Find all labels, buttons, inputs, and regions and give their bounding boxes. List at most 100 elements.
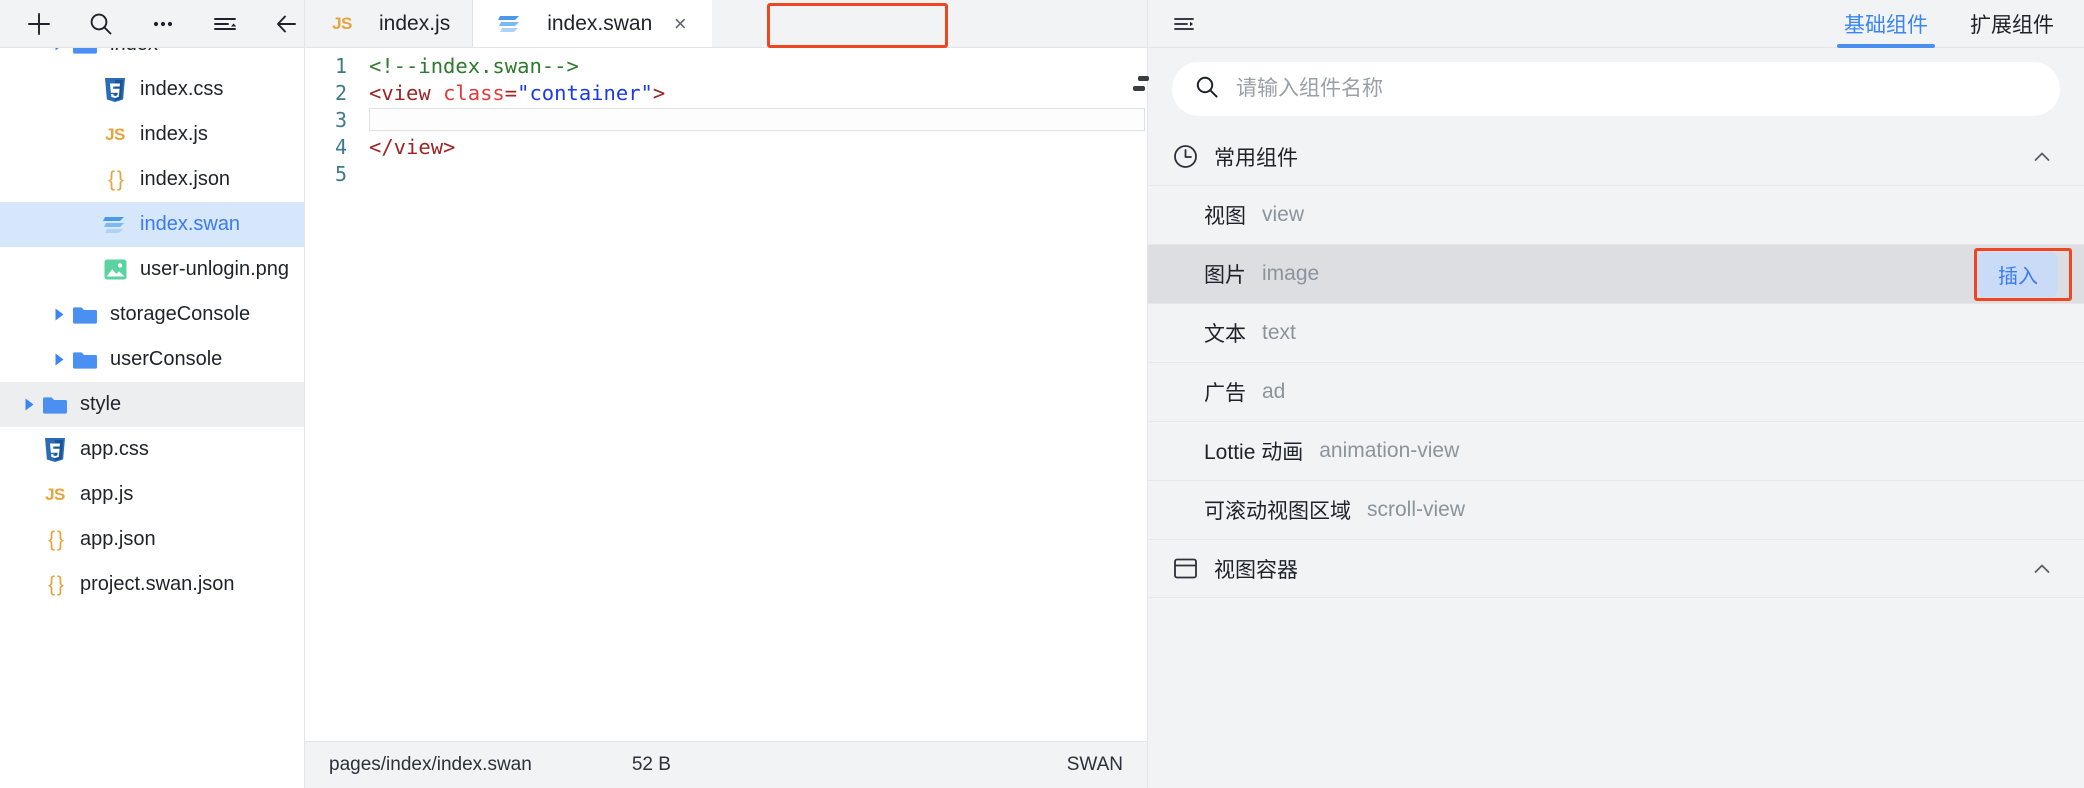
arrow-left-icon[interactable] [270,7,304,41]
code-token: class [443,80,505,105]
editor-statusbar: pages/index/index.swan 52 B SWAN [305,741,1147,788]
expand-arrow-icon[interactable] [48,48,70,52]
search-icon[interactable] [84,7,118,41]
editor-tabbar: JS index.js index.swan × [305,0,1147,48]
swan-icon [495,11,525,37]
tree-item-index-json[interactable]: { } index.json [0,157,304,202]
explorer-toolbar [0,0,304,48]
js-icon: JS [105,124,125,144]
code-token: </view> [369,134,456,159]
component-name-cn: 图片 [1204,264,1246,287]
code-area[interactable]: 1 <!--index.swan--> 2 <view class="containe… [305,48,1147,741]
line-number: 3 [334,107,347,132]
image-icon [100,257,130,283]
component-row-view[interactable]: 视图 view [1148,186,2084,245]
tree-item-style[interactable]: style [0,382,304,427]
expand-arrow-icon[interactable] [18,397,40,412]
collapse-list-icon[interactable] [208,7,242,41]
swan-ide-window: index index.css JS index.js { } index.json ind… [0,0,2084,788]
tree-item-label: index [110,48,158,56]
tree-item-userconsole[interactable]: userConsole [0,337,304,382]
plus-icon[interactable] [22,7,56,41]
component-name-en: ad [1262,380,1286,403]
component-row-ad[interactable]: 广告 ad [1148,363,2084,422]
component-name-en: view [1262,203,1305,226]
code-text: <view class="container"> [359,81,665,105]
panel-toggle-icon[interactable] [1166,6,1202,42]
ellipsis-icon[interactable] [146,7,180,41]
chevron-up-icon[interactable] [2030,557,2054,581]
code-line[interactable]: 2 <view class="container"> [305,79,1147,106]
folder-icon [70,302,100,328]
component-panel-header: 基础组件 扩展组件 [1138,0,2084,81]
tree-item-label: app.js [80,483,134,505]
status-file-size: 52 B [631,754,671,775]
insert-button[interactable]: 插入 [1978,251,2058,297]
component-name-cn: 视图 [1204,205,1246,228]
code-line[interactable]: 5 [305,160,1147,187]
code-line[interactable]: 3 [305,106,1147,133]
js-icon: JS [332,13,352,33]
component-list[interactable]: 常用组件视图 view 图片 image 插入文本 text 广告 ad Lottie 动画 an… [1148,128,2084,788]
search-input[interactable] [1236,77,2038,101]
component-name-cn: 文本 [1204,323,1246,346]
tree-item-label: app.css [80,438,149,460]
code-editor-panel: JS index.js index.swan × 1 <!--index.swan… [305,0,1148,788]
component-row-animation-view[interactable]: Lottie 动画 animation-view [1148,422,2084,481]
tree-item-index-swan[interactable]: index.swan [0,202,304,247]
code-line[interactable]: 4 </view> [305,133,1147,160]
status-language[interactable]: SWAN [1067,754,1123,776]
editor-vertical-scrollbar[interactable] [1133,86,1145,91]
tree-item-app-json[interactable]: { } app.json [0,517,304,562]
active-line-highlight [369,108,1145,131]
panel-scroll-nub[interactable] [1138,76,1149,81]
line-number: 2 [334,80,347,105]
tree-item-index-css[interactable]: index.css [0,67,304,112]
js-icon: JS [45,484,65,504]
component-row-image[interactable]: 图片 image 插入 [1148,245,2084,304]
tree-item-app-css[interactable]: app.css [0,427,304,472]
component-group-title: 视图容器 [1214,558,1298,582]
tab-extension-components[interactable]: 扩展组件 [1970,0,2054,48]
tree-item-index-js[interactable]: JS index.js [0,112,304,157]
tree-item-user-unlogin-png[interactable]: user-unlogin.png [0,247,304,292]
code-text: </view> [359,135,455,159]
tree-item-project-swan-json[interactable]: { } project.swan.json [0,562,304,607]
tab-label: index.js [379,11,451,35]
component-name-cn: Lottie 动画 [1204,441,1304,464]
component-name-en: image [1262,262,1320,285]
code-token: "container" [517,80,653,105]
code-line[interactable]: 1 <!--index.swan--> [305,52,1147,79]
line-number: 1 [334,53,347,78]
component-search-box[interactable] [1172,62,2060,116]
file-tree[interactable]: index index.css JS index.js { } index.json ind… [0,48,304,788]
tree-item-index[interactable]: index [0,48,304,67]
tree-item-label: style [80,393,122,415]
clock-icon [1172,143,1206,170]
line-number: 5 [334,161,347,186]
tree-item-label: userConsole [110,348,223,370]
component-name-cn: 广告 [1204,382,1246,405]
swan-icon [100,212,130,238]
component-row-scroll-view[interactable]: 可滚动视图区域 scroll-view [1148,481,2084,540]
component-row-text[interactable]: 文本 text [1148,304,2084,363]
chevron-up-icon[interactable] [2030,145,2054,169]
component-group-header[interactable]: 常用组件 [1148,128,2084,186]
expand-arrow-icon[interactable] [48,307,70,322]
component-group-header[interactable]: 视图容器 [1148,540,2084,598]
tree-item-label: user-unlogin.png [140,258,289,280]
tree-item-storageconsole[interactable]: storageConsole [0,292,304,337]
tree-item-label: index.js [140,123,208,145]
tree-item-label: project.swan.json [80,573,235,595]
tab-index-swan[interactable]: index.swan × [473,0,713,47]
file-explorer-panel: index index.css JS index.js { } index.json ind… [0,0,305,788]
container-icon [1172,555,1206,582]
expand-arrow-icon[interactable] [48,352,70,367]
tab-index-js[interactable]: JS index.js [305,0,474,47]
tab-basic-components[interactable]: 基础组件 [1844,0,1928,48]
close-icon[interactable]: × [670,12,690,35]
component-panel-tabs: 基础组件 扩展组件 [1844,0,2054,48]
tree-item-app-js[interactable]: JS app.js [0,472,304,517]
code-token: <!--index.swan--> [369,53,579,78]
tree-item-label: index.json [140,168,231,190]
